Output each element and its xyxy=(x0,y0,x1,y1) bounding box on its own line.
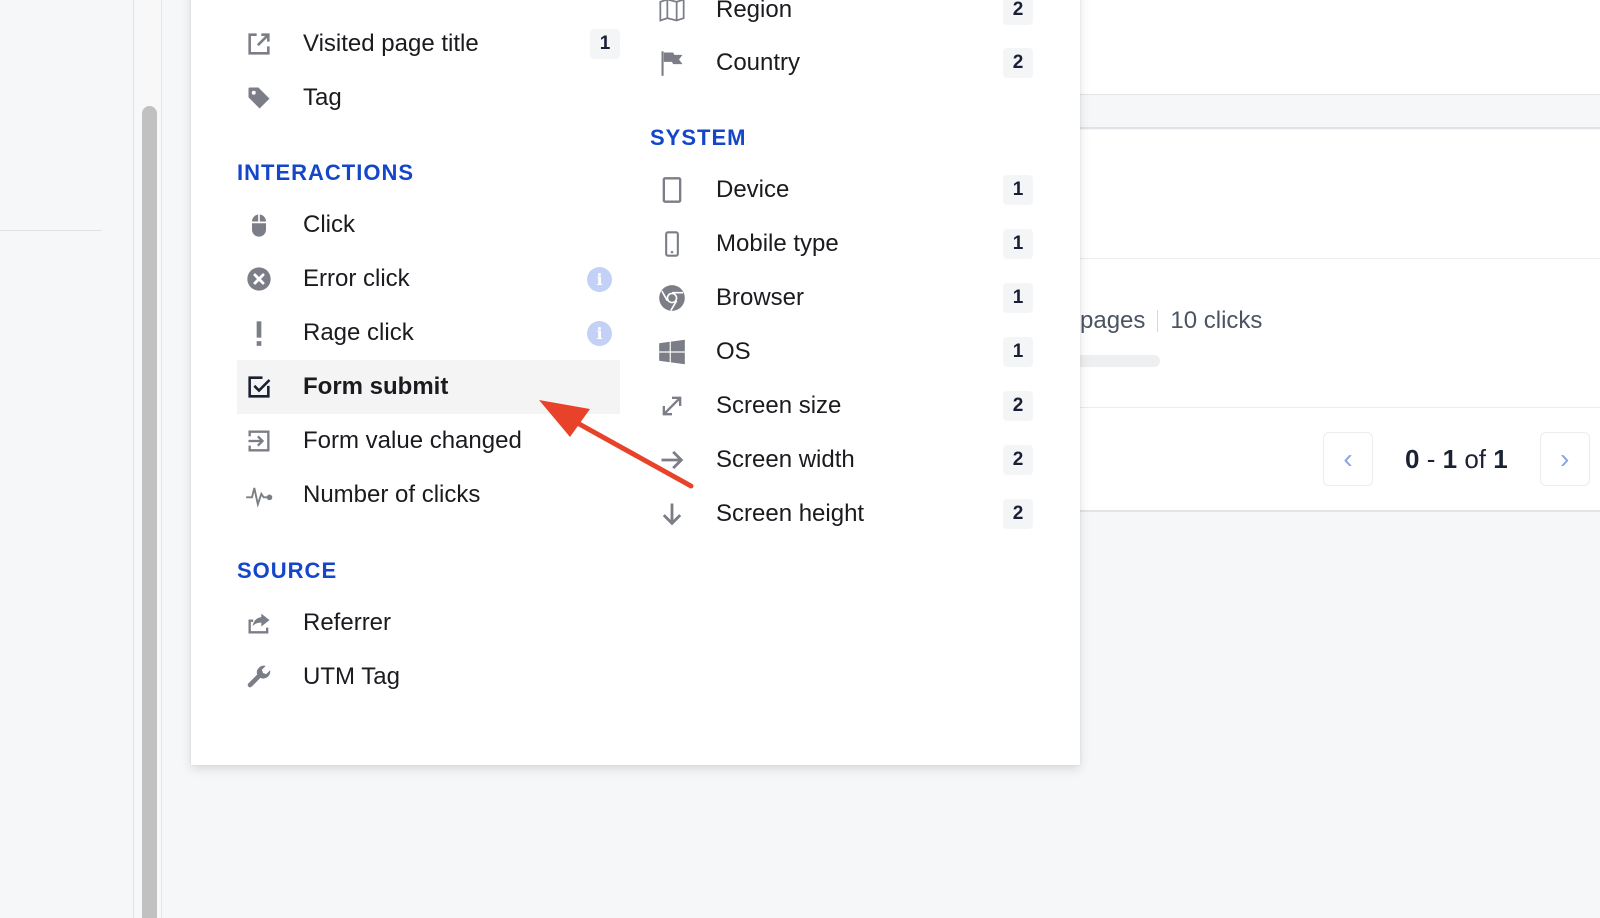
menu-item-click[interactable]: Click xyxy=(237,198,620,252)
info-icon[interactable]: i xyxy=(587,321,612,346)
left-pane xyxy=(0,0,134,918)
tag-icon xyxy=(237,71,281,125)
count-badge: 1 xyxy=(590,29,620,59)
range-dash: - xyxy=(1426,443,1436,474)
x-circle-icon xyxy=(237,252,281,306)
scrollbar-thumb[interactable] xyxy=(142,106,157,918)
menu-item-label: UTM Tag xyxy=(303,663,400,690)
results-header xyxy=(1080,0,1600,95)
menu-item-label: OS xyxy=(716,338,751,365)
section-title-interactions: INTERACTIONS xyxy=(237,160,414,185)
menu-item-referrer[interactable]: Referrer xyxy=(237,596,620,650)
menu-item-screen-width[interactable]: Screen width 2 xyxy=(650,433,1033,487)
menu-item-label: Form value changed xyxy=(303,427,522,454)
count-badge: 2 xyxy=(1003,445,1033,475)
mouse-icon xyxy=(237,198,281,252)
menu-item-form-submit[interactable]: Form submit xyxy=(237,360,620,414)
chevron-right-icon: › xyxy=(1560,443,1570,474)
menu-item-error-click[interactable]: Error click i xyxy=(237,252,620,306)
mobile-icon xyxy=(650,217,694,271)
wrench-icon xyxy=(237,650,281,704)
next-page-button[interactable]: › xyxy=(1539,432,1590,486)
section-title-system: SYSTEM xyxy=(650,125,747,150)
row-divider xyxy=(1080,407,1600,408)
pagination-text: 0 - 1 of 1 xyxy=(1405,444,1508,475)
summary-line: pages 10 clicks xyxy=(1080,307,1262,335)
arrow-right-icon xyxy=(650,433,694,487)
menu-item-rage-click[interactable]: Rage click i xyxy=(237,306,620,360)
range-to: 1 xyxy=(1442,443,1458,474)
menu-item-region[interactable]: Region 2 xyxy=(650,0,1033,37)
menu-item-label: Referrer xyxy=(303,609,392,636)
table-header-band xyxy=(1080,96,1600,129)
range-from: 0 xyxy=(1405,443,1420,474)
menu-item-label: Region xyxy=(716,0,793,23)
info-icon[interactable]: i xyxy=(587,267,612,292)
menu-item-label: Country xyxy=(716,49,801,76)
range-of: of xyxy=(1464,443,1486,474)
count-badge: 2 xyxy=(1003,48,1033,78)
filter-dropdown: Visited page title 1 Tag INTERACTIONS Cl… xyxy=(191,0,1080,765)
menu-item-screen-height[interactable]: Screen height 2 xyxy=(650,487,1033,541)
menu-item-visited-page-title[interactable]: Visited page title 1 xyxy=(237,17,620,71)
menu-item-label: Device xyxy=(716,176,790,203)
menu-item-tag[interactable]: Tag xyxy=(237,71,620,125)
menu-item-utm-tag[interactable]: UTM Tag xyxy=(237,650,620,704)
menu-item-label: Visited page title xyxy=(303,30,479,57)
menu-item-label: Browser xyxy=(716,284,805,311)
chevron-left-icon: ‹ xyxy=(1343,443,1353,474)
menu-item-label: Click xyxy=(303,211,355,238)
results-area: pages 10 clicks ‹ 0 - 1 of 1 › xyxy=(1080,0,1600,918)
tablet-icon xyxy=(650,163,694,217)
menu-item-browser[interactable]: Browser 1 xyxy=(650,271,1033,325)
windows-icon xyxy=(650,325,694,379)
menu-item-label: Screen width xyxy=(716,446,855,473)
expand-icon xyxy=(650,379,694,433)
count-badge: 1 xyxy=(1003,175,1033,205)
range-total: 1 xyxy=(1493,443,1508,474)
menu-item-screen-size[interactable]: Screen size 2 xyxy=(650,379,1033,433)
section-title-source: SOURCE xyxy=(237,558,338,583)
pages-label: pages xyxy=(1080,307,1146,334)
flag-icon xyxy=(650,36,694,90)
count-badge: 2 xyxy=(1003,0,1033,25)
count-badge: 1 xyxy=(1003,283,1033,313)
chrome-icon xyxy=(650,271,694,325)
menu-item-label: Rage click xyxy=(303,319,414,346)
menu-item-device[interactable]: Device 1 xyxy=(650,163,1033,217)
menu-item-form-value-changed[interactable]: Form value changed xyxy=(237,414,620,468)
prev-page-button[interactable]: ‹ xyxy=(1323,432,1373,486)
menu-item-country[interactable]: Country 2 xyxy=(650,36,1033,90)
pagination: ‹ 0 - 1 of 1 › xyxy=(1323,432,1590,486)
share-icon xyxy=(237,596,281,650)
exclamation-icon xyxy=(237,306,281,360)
row-divider xyxy=(1080,258,1600,259)
menu-item-label: Screen height xyxy=(716,500,865,527)
checkbox-checked-icon xyxy=(237,360,281,414)
menu-item-label: Mobile type xyxy=(716,230,839,257)
count-badge: 1 xyxy=(1003,337,1033,367)
count-badge: 2 xyxy=(1003,499,1033,529)
menu-item-os[interactable]: OS 1 xyxy=(650,325,1033,379)
count-badge: 1 xyxy=(1003,229,1033,259)
arrow-down-icon xyxy=(650,487,694,541)
menu-item-label: Tag xyxy=(303,84,342,111)
map-icon xyxy=(650,0,694,37)
pulse-icon xyxy=(237,468,281,522)
menu-item-mobile-type[interactable]: Mobile type 1 xyxy=(650,217,1033,271)
external-link-icon xyxy=(237,17,281,71)
menu-item-label: Screen size xyxy=(716,392,842,419)
divider xyxy=(0,230,102,231)
menu-item-number-of-clicks[interactable]: Number of clicks xyxy=(237,468,620,522)
menu-item-label: Error click xyxy=(303,265,410,292)
progress-bar xyxy=(1080,355,1160,367)
menu-item-label: Number of clicks xyxy=(303,481,481,508)
menu-item-label: Form submit xyxy=(303,373,449,400)
sign-in-icon xyxy=(237,414,281,468)
separator xyxy=(1157,310,1159,332)
count-badge: 2 xyxy=(1003,391,1033,421)
clicks-count: 10 clicks xyxy=(1170,307,1263,334)
